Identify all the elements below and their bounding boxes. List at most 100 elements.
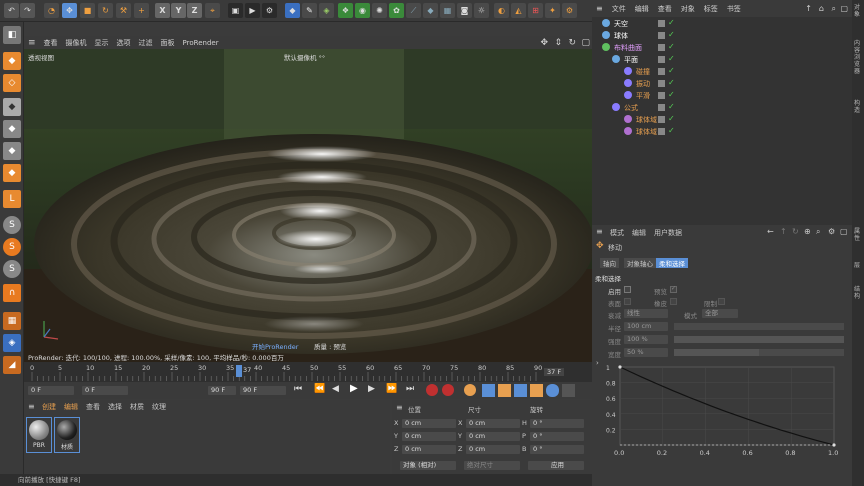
texture-tool-icon[interactable]: ▦ <box>3 312 21 330</box>
size-mode-select[interactable]: 绝对尺寸 <box>464 461 520 470</box>
live-select-icon[interactable]: ◔ <box>44 3 59 18</box>
prev-key-icon[interactable]: ⏪ <box>314 384 325 394</box>
object-row[interactable]: 平面 ✓ <box>592 54 852 66</box>
hamburger-icon[interactable]: ≡ <box>396 403 403 412</box>
pan-icon[interactable]: ✥ <box>540 38 548 48</box>
rotation-field[interactable]: 0 ° <box>530 419 584 428</box>
side-tab-attributes[interactable]: 属性 <box>854 228 862 242</box>
object-row[interactable]: 碰撞 ✓ <box>592 66 852 78</box>
visibility-toggle-icon[interactable] <box>658 128 665 135</box>
python-icon[interactable]: ✦ <box>545 3 560 18</box>
forward-icon[interactable]: ↻ <box>792 227 799 236</box>
goto-start-icon[interactable]: ⏮ <box>294 384 302 394</box>
perspective-viewport[interactable]: 透视视图 默认摄像机 °° 开始ProRender 质量 : 预览 ProRen… <box>24 49 592 362</box>
uv-mode-icon[interactable]: ◆ <box>3 142 21 160</box>
hamburger-icon[interactable]: ≡ <box>596 227 603 236</box>
key-rotation-icon[interactable] <box>514 384 527 397</box>
size-field[interactable]: 0 cm <box>466 432 520 441</box>
side-tab-objects[interactable]: 对象 <box>854 4 862 18</box>
camera-icon[interactable]: ◙ <box>457 3 472 18</box>
tab-axis[interactable]: 轴向 <box>600 258 619 268</box>
maximize-icon[interactable]: ▢ <box>581 38 590 48</box>
snap-s3-icon[interactable]: S <box>3 260 21 278</box>
model-mode-icon[interactable]: ◆ <box>3 120 21 138</box>
rotate-icon[interactable]: ↻ <box>98 3 113 18</box>
om-menu-file[interactable]: 文件 <box>612 4 626 14</box>
mat-menu-view[interactable]: 查看 <box>86 402 100 412</box>
object-row[interactable]: 平滑 ✓ <box>592 90 852 102</box>
visibility-toggle-icon[interactable] <box>658 116 665 123</box>
falloff-curve-graph[interactable]: 0.0 0.2 0.4 0.6 0.8 1.0 1 0.8 0.6 0.4 0.2 <box>606 363 846 463</box>
menu-options[interactable]: 选项 <box>117 38 131 48</box>
field-icon[interactable]: ✿ <box>389 3 404 18</box>
search-icon[interactable]: ⌕ <box>816 227 820 237</box>
object-mode-icon[interactable]: ◆ <box>3 164 21 182</box>
falloff-select[interactable]: 线性 <box>624 309 668 318</box>
key-position-icon[interactable] <box>482 384 495 397</box>
object-row[interactable]: 振动 ✓ <box>592 78 852 90</box>
enabled-check-icon[interactable]: ✓ <box>668 102 675 111</box>
menu-filter[interactable]: 过滤 <box>139 38 153 48</box>
mat-menu-create[interactable]: 创建 <box>42 402 56 412</box>
end-frame-field[interactable]: 90 F <box>240 386 286 395</box>
visibility-toggle-icon[interactable] <box>658 56 665 63</box>
key-pla-icon[interactable] <box>546 384 559 397</box>
start-frame-field[interactable]: 0 F <box>28 386 74 395</box>
surface-checkbox[interactable] <box>624 298 631 305</box>
object-name[interactable]: 振动 <box>636 79 650 89</box>
menu-display[interactable]: 显示 <box>95 38 109 48</box>
curve-knot-start[interactable] <box>618 365 622 369</box>
subdivision-icon[interactable]: ◈ <box>319 3 334 18</box>
object-row[interactable]: 球体域 ✓ <box>592 114 852 126</box>
object-name[interactable]: 球体域 <box>636 115 657 125</box>
up-arrow-icon[interactable]: ↑ <box>805 4 812 13</box>
visibility-toggle-icon[interactable] <box>658 68 665 75</box>
key-scale-icon[interactable] <box>498 384 511 397</box>
curve-knot-end[interactable] <box>832 443 836 447</box>
position-field[interactable]: 0 cm <box>402 432 456 441</box>
enabled-check-icon[interactable]: ✓ <box>668 54 675 63</box>
side-tab-layers[interactable]: 层 <box>854 262 862 269</box>
width-field[interactable]: 50 % <box>624 348 668 357</box>
enabled-check-icon[interactable]: ✓ <box>668 114 675 123</box>
enabled-check-icon[interactable]: ✓ <box>668 18 675 27</box>
play-icon[interactable]: ▶ <box>350 383 358 394</box>
tab-soft-selection[interactable]: 柔和选择 <box>656 258 688 268</box>
enabled-check-icon[interactable]: ✓ <box>668 126 675 135</box>
object-row[interactable]: 公式 ✓ <box>592 102 852 114</box>
object-name[interactable]: 球体域 <box>636 127 657 137</box>
radius-slider[interactable] <box>674 323 844 330</box>
redo-icon[interactable]: ↷ <box>20 3 35 18</box>
next-frame-icon[interactable]: ▶ <box>368 384 375 394</box>
next-key-icon[interactable]: ⏩ <box>386 384 397 394</box>
mat-menu-select[interactable]: 选择 <box>108 402 122 412</box>
prev-frame-icon[interactable]: ◀ <box>332 384 339 394</box>
timeline-icon[interactable] <box>562 384 575 397</box>
settings-icon[interactable]: ⚙ <box>828 227 835 236</box>
move-icon[interactable]: ✥ <box>62 3 77 18</box>
tag-icon[interactable]: ◆ <box>423 3 438 18</box>
menu-prorender[interactable]: ProRender <box>183 39 219 47</box>
cube-icon[interactable]: ◆ <box>285 3 300 18</box>
y-axis-icon[interactable]: Y <box>171 3 186 18</box>
maximize-icon[interactable]: ▢ <box>840 4 848 13</box>
keyframe-selection-icon[interactable] <box>464 384 476 396</box>
material-swatch-pbr[interactable]: PBR <box>26 417 52 453</box>
timeline-ruler[interactable]: 0 5 10 15 20 25 30 35 40 45 50 55 60 65 70 75 80 85 90 37 … <box>24 362 592 382</box>
mat-menu-edit[interactable]: 编辑 <box>64 402 78 412</box>
script-icon[interactable]: ⚙ <box>562 3 577 18</box>
object-name[interactable]: 公式 <box>624 103 638 113</box>
start-prorender-button[interactable]: 开始ProRender <box>252 341 298 351</box>
axis-mode-icon[interactable]: L <box>3 190 21 208</box>
rubber-checkbox[interactable] <box>670 298 677 305</box>
object-row[interactable]: 天空 ✓ <box>592 18 852 30</box>
workplane-tool-icon[interactable]: ◈ <box>3 334 21 352</box>
render-region-icon[interactable]: ▣ <box>228 3 243 18</box>
limit-checkbox[interactable] <box>718 298 725 305</box>
z-axis-icon[interactable]: Z <box>187 3 202 18</box>
workplane-icon[interactable]: ⊞ <box>528 3 543 18</box>
snap-s1-icon[interactable]: S <box>3 216 21 234</box>
width-slider[interactable] <box>674 349 844 356</box>
visibility-toggle-icon[interactable] <box>658 20 665 27</box>
mat-menu-texture[interactable]: 纹理 <box>152 402 166 412</box>
